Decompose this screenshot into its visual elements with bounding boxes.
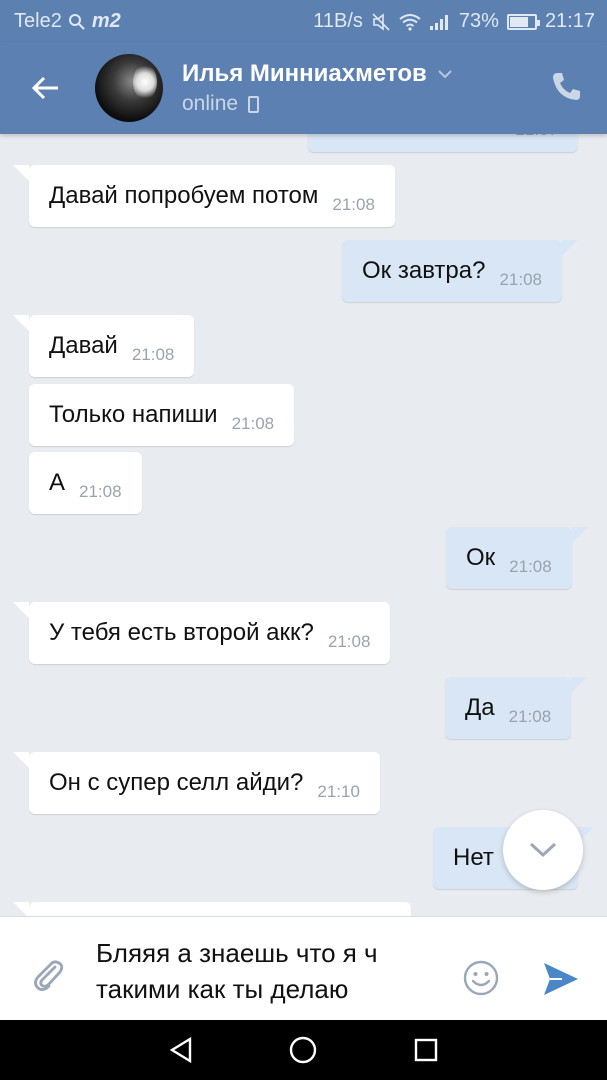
message-text: Нет [453,844,494,871]
message-bubble-incoming[interactable]: Он с супер селл айди? 21:10 [13,752,380,814]
message-bubble-incoming[interactable]: Давай 21:08 [13,315,195,377]
battery-percent: 73% [458,10,499,32]
message-text: Да [465,694,495,721]
nav-back-button[interactable] [163,1032,199,1068]
system-nav-bar [0,1020,607,1080]
search-icon [68,13,85,30]
online-status: online [182,92,239,115]
battery-icon [506,13,540,30]
home-circle-icon [290,1036,317,1064]
message-time: 21:08 [509,557,552,576]
message-time: 21:08 [508,707,552,726]
mute-icon [372,12,390,31]
message-bubble-incoming[interactable]: Давай попробуем потом 21:08 [13,165,395,227]
paperclip-icon[interactable] [28,955,68,995]
emoji-icon[interactable] [462,959,500,997]
message-list[interactable]: 21:07 Давай попробуем потом 21:08 Ок зав… [0,134,607,916]
message-bubble-incoming[interactable]: У тебя есть второй акк? 21:08 [13,602,391,664]
scroll-to-bottom-button[interactable] [503,810,583,890]
chevron-down-icon [529,842,557,858]
chat-header: Илья Минниахметов online [0,42,607,134]
contact-name-text: Илья Минниахметов [182,60,427,87]
clock: 21:17 [544,10,595,32]
message-time: 21:08 [499,270,542,289]
avatar[interactable] [95,54,163,122]
message-time: 21:10 [317,782,360,801]
contact-name[interactable]: Илья Минниахметов [182,60,453,88]
wifi-icon [399,13,421,31]
mobile-device-icon [248,95,260,113]
message-composer: Бляяя а знаешь что я ч такими как ты дел… [0,916,607,1020]
message-input[interactable]: Бляяя а знаешь что я ч такими как ты дел… [96,935,446,1007]
net-speed: 11B/s [313,10,363,32]
message-bubble-outgoing[interactable]: Ок завтра? 21:08 [342,240,578,302]
message-time: 21:08 [79,482,122,501]
message-time: 21:08 [231,414,275,433]
recents-square-icon [414,1038,438,1062]
message-time: 21:07 [515,134,558,152]
send-icon[interactable] [540,959,580,999]
message-text: Только напиши [49,401,218,428]
phone-icon[interactable] [549,70,583,104]
message-bubble-outgoing[interactable]: 21:07 [308,134,578,152]
message-text: Он с супер селл айди? [49,769,304,796]
back-triangle-icon [169,1036,192,1064]
message-bubble-incoming[interactable] [13,902,411,916]
contact-status: online [182,92,260,116]
nav-home-button[interactable] [285,1032,321,1068]
message-bubble-outgoing[interactable]: Ок 21:08 [446,527,588,589]
message-time: 21:08 [131,345,175,364]
message-text: Давай попробуем потом [49,182,319,209]
nav-recents-button[interactable] [408,1032,444,1068]
signal-icon [429,14,448,30]
message-time: 21:08 [327,632,371,651]
status-bar: Tele2 т2 11B/s 73% 21:17 [0,0,607,42]
message-text: Ок [466,544,496,571]
message-text: А [49,469,66,496]
message-bubble-incoming[interactable]: А 21:08 [29,452,142,514]
carrier-name: Tele2 [14,10,62,32]
chevron-down-icon [438,70,452,79]
message-bubble-outgoing[interactable]: Да 21:08 [445,677,588,739]
message-text: Ок завтра? [362,257,486,284]
message-time: 21:08 [332,195,375,214]
message-text: У тебя есть второй акк? [49,619,314,646]
carrier-logo: т2 [91,10,121,32]
message-bubble-incoming[interactable]: Только напиши 21:08 [29,384,295,446]
back-arrow-icon[interactable] [26,68,66,108]
message-text: Давай [49,332,118,359]
